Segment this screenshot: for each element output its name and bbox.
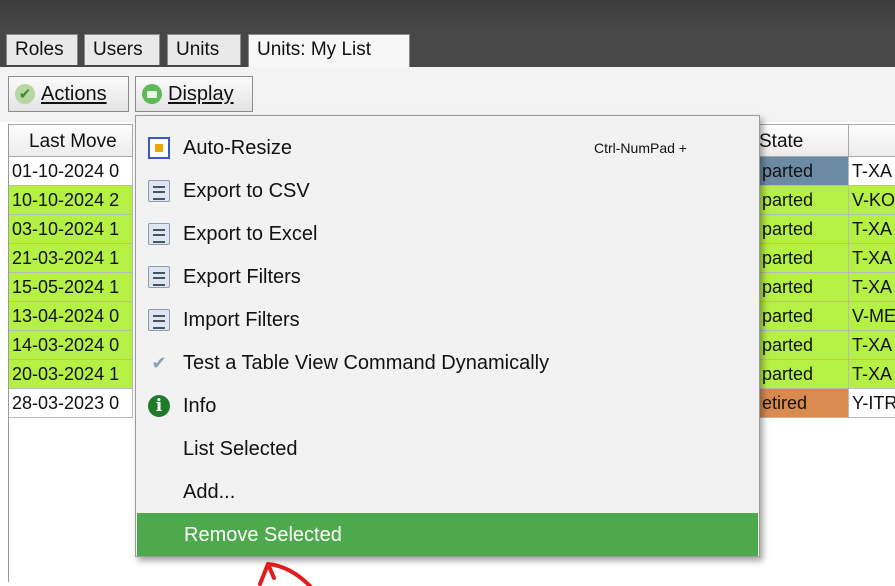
cell-last-move: 01-10-2024 0	[9, 157, 133, 186]
tab-users[interactable]: Users	[84, 34, 160, 65]
menu-item-auto-resize[interactable]: Auto-Resize Ctrl-NumPad +	[136, 126, 759, 169]
document-icon	[148, 180, 170, 202]
cell-last-move: 10-10-2024 2	[9, 186, 133, 215]
menu-item-import-filters[interactable]: Import Filters	[136, 298, 759, 341]
tab-units-my-list[interactable]: Units: My List	[248, 34, 410, 67]
auto-resize-icon	[148, 137, 170, 159]
info-icon: i	[148, 395, 170, 417]
display-label: Display	[168, 82, 234, 105]
cell-state: parted	[759, 157, 849, 186]
menu-item-test-table-view-command[interactable]: ✔ Test a Table View Command Dynamically	[136, 341, 759, 384]
cell-registration: T-XA	[849, 244, 895, 273]
cell-last-move: 15-05-2024 1	[9, 273, 133, 302]
cell-last-move: 28-03-2023 0	[9, 389, 133, 418]
cell-state: parted	[759, 360, 849, 389]
cell-state: parted	[759, 186, 849, 215]
cell-registration: Y-ITR	[849, 389, 895, 418]
document-icon	[148, 266, 170, 288]
cell-registration: T-XA	[849, 157, 895, 186]
menu-item-export-filters[interactable]: Export Filters	[136, 255, 759, 298]
cell-state: parted	[759, 302, 849, 331]
cell-state: parted	[759, 273, 849, 302]
menu-item-label: Add...	[183, 481, 236, 503]
menu-item-label: Info	[183, 395, 217, 417]
menu-item-info[interactable]: i Info	[136, 384, 759, 427]
cell-registration: T-XA	[849, 360, 895, 389]
actions-label: Actions	[41, 82, 107, 105]
menu-item-label: List Selected	[183, 438, 298, 460]
menu-item-label: Remove Selected	[184, 524, 342, 546]
cell-state: parted	[759, 244, 849, 273]
menu-item-label: Test a Table View Command Dynamically	[183, 352, 550, 374]
tab-bar: Roles Users Units Units: My List	[0, 32, 895, 67]
cell-state: parted	[759, 215, 849, 244]
cell-last-move: 14-03-2024 0	[9, 331, 133, 360]
tab-roles[interactable]: Roles	[6, 34, 78, 65]
display-context-menu: Auto-Resize Ctrl-NumPad + Export to CSV …	[135, 115, 760, 557]
document-icon	[148, 309, 170, 331]
menu-item-shortcut: Ctrl-NumPad +	[594, 140, 687, 156]
cell-last-move: 03-10-2024 1	[9, 215, 133, 244]
cell-last-move: 13-04-2024 0	[9, 302, 133, 331]
column-header-last-move[interactable]: Last Move	[9, 124, 133, 157]
cell-state: parted	[759, 331, 849, 360]
document-icon	[148, 223, 170, 245]
cell-registration: T-XA	[849, 215, 895, 244]
menu-item-label: Auto-Resize	[183, 137, 292, 159]
cell-registration: T-XA	[849, 273, 895, 302]
cell-registration: T-XA	[849, 331, 895, 360]
menu-item-label: Export Filters	[183, 266, 301, 288]
menu-item-list-selected[interactable]: List Selected	[136, 427, 759, 470]
menu-item-remove-selected[interactable]: Remove Selected	[137, 513, 758, 556]
toolbar: ✔ Actions Display	[0, 67, 895, 122]
menu-item-label: Export to CSV	[183, 180, 310, 202]
menu-item-label: Import Filters	[183, 309, 300, 331]
cell-last-move: 20-03-2024 1	[9, 360, 133, 389]
tab-units[interactable]: Units	[167, 34, 241, 65]
cell-registration: V-ME	[849, 302, 895, 331]
cell-state: etired	[759, 389, 849, 418]
display-button[interactable]: Display	[135, 76, 253, 112]
menu-item-add[interactable]: Add...	[136, 470, 759, 513]
column-header-next[interactable]	[849, 124, 895, 157]
menu-item-export-excel[interactable]: Export to Excel	[136, 212, 759, 255]
cell-last-move: 21-03-2024 1	[9, 244, 133, 273]
cell-registration: V-KO	[849, 186, 895, 215]
checkmark-icon: ✔	[151, 353, 167, 373]
checkmark-icon: ✔	[15, 84, 35, 104]
menu-item-label: Export to Excel	[183, 223, 318, 245]
column-header-state[interactable]: State	[759, 124, 849, 157]
app-menubar	[0, 0, 895, 32]
display-icon	[142, 84, 162, 104]
menu-item-export-csv[interactable]: Export to CSV	[136, 169, 759, 212]
actions-button[interactable]: ✔ Actions	[8, 76, 129, 112]
